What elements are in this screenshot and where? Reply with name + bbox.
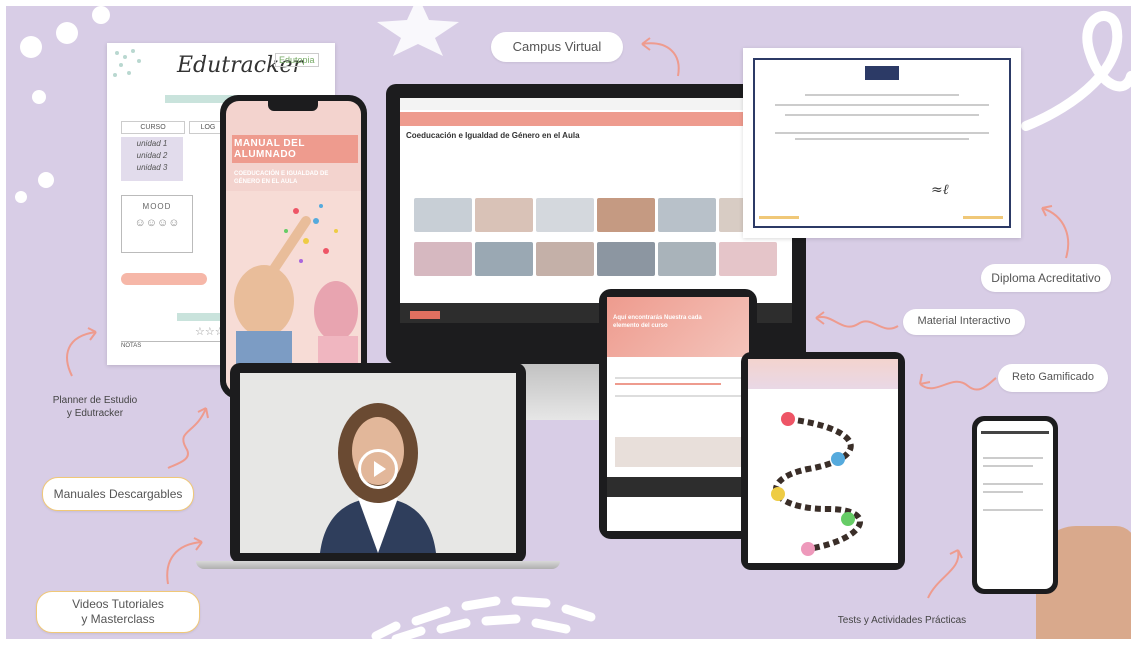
laptop-base [196, 561, 560, 569]
thumbnail[interactable] [475, 198, 533, 232]
confetti-decoration [113, 49, 141, 77]
deco-dot [56, 22, 78, 44]
mood-faces: ☺☺☺☺ [134, 217, 180, 229]
label-manuales: Manuales Descargables [42, 477, 194, 511]
arrow-icon [919, 373, 997, 391]
diploma-accent [759, 216, 799, 219]
mood-label: MOOD [142, 202, 172, 211]
arrow-icon [66, 327, 97, 377]
arrow-icon [166, 537, 203, 585]
phone-tests-screen [977, 421, 1053, 589]
thumbnail[interactable] [414, 242, 472, 276]
arrow-icon [167, 407, 209, 469]
campus-navbar [400, 112, 792, 126]
thumbnail[interactable] [719, 242, 777, 276]
thumb-grid [414, 198, 784, 278]
tests-header [981, 431, 1049, 434]
planner-rows: unidad 1 unidad 2 unidad 3 [121, 137, 183, 181]
dash-decoration [371, 596, 596, 639]
arrow-icon [927, 549, 963, 599]
diploma-frame: ≈ℓ [743, 48, 1021, 238]
list-item: unidad 2 [136, 151, 168, 160]
footer-badge [410, 311, 440, 319]
game-header [748, 359, 898, 389]
play-button[interactable] [358, 449, 398, 489]
arrow-icon [815, 311, 899, 330]
label-videos: Videos Tutoriales y Masterclass [36, 591, 200, 633]
label-campus-virtual: Campus Virtual [491, 32, 623, 62]
manual-subtitle: COEDUCACIÓN E IGUALDAD DE GÉNERO EN EL A… [234, 171, 329, 185]
deco-dot [15, 191, 27, 203]
material-thumbs [615, 437, 741, 467]
campus-topbar [400, 98, 792, 110]
tablet-material: Aquí encontrarás Nuestra cada elemento d… [599, 289, 757, 539]
phone-manual: MANUAL DEL ALUMNADO COEDUCACIÓN E IGUALD… [220, 95, 367, 399]
deco-dot [92, 6, 110, 24]
material-heading: Aquí encontrarás Nuestra cada elemento d… [613, 315, 702, 329]
label-planner: Planner de Estudio y Edutracker [52, 395, 138, 419]
diploma-accent [963, 216, 1003, 219]
manual-title: MANUAL DEL ALUMNADO [232, 135, 358, 163]
swirl-decoration [1021, 11, 1131, 131]
deco-dot [38, 172, 54, 188]
list-item: unidad 1 [136, 139, 168, 148]
video-screen [240, 373, 516, 553]
thumbnail[interactable] [414, 198, 472, 232]
tablet-gamified-screen [748, 359, 898, 563]
laptop [230, 363, 526, 563]
arrow-icon [1041, 205, 1070, 259]
thumbnail[interactable] [658, 198, 716, 232]
planner-brand: Edutopia [275, 53, 319, 67]
game-path [771, 412, 863, 556]
signature: ≈ℓ [931, 182, 949, 198]
list-item: unidad 3 [136, 163, 168, 172]
arrow-icon [641, 37, 680, 77]
label-reto: Reto Gamificado [998, 364, 1108, 392]
deco-dot [20, 36, 42, 58]
tablet-material-screen: Aquí encontrarás Nuestra cada elemento d… [607, 297, 749, 531]
thumbnail[interactable] [475, 242, 533, 276]
star-icon [377, 6, 459, 56]
phone-tests [972, 416, 1058, 594]
promo-background: Edutracker Edutopia CURSO LOG unidad 1 u… [6, 6, 1131, 639]
mood-box: MOOD ☺☺☺☺ [121, 195, 193, 253]
planner-badge [121, 273, 207, 285]
thumbnail[interactable] [536, 242, 594, 276]
diploma-text-lines [775, 90, 989, 144]
phone-manual-screen: MANUAL DEL ALUMNADO COEDUCACIÓN E IGUALD… [226, 101, 361, 393]
tests-lines [983, 451, 1043, 517]
planner-col-header: CURSO [121, 121, 185, 134]
label-material: Material Interactivo [903, 309, 1025, 335]
thumbnail[interactable] [536, 198, 594, 232]
material-footer [607, 477, 749, 497]
diploma-logo [865, 66, 899, 80]
play-icon [374, 461, 386, 477]
thumbnail[interactable] [597, 242, 655, 276]
tablet-gamified [741, 352, 905, 570]
label-tests: Tests y Actividades Prácticas [837, 615, 967, 626]
phone-notch [268, 101, 318, 111]
course-title: Coeducación e Igualdad de Género en el A… [406, 131, 580, 140]
diploma-inner: ≈ℓ [753, 58, 1011, 228]
label-diploma: Diploma Acreditativo [981, 264, 1111, 292]
material-lines [615, 373, 741, 401]
deco-dot [32, 90, 46, 104]
thumbnail[interactable] [658, 242, 716, 276]
thumbnail[interactable] [597, 198, 655, 232]
